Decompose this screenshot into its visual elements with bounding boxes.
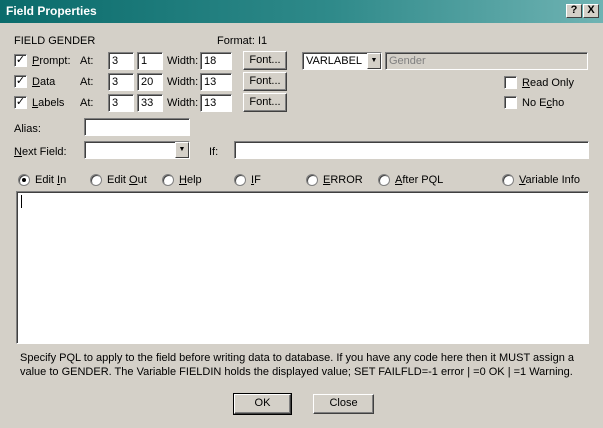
alias-input[interactable] bbox=[84, 118, 190, 136]
pql-editor[interactable] bbox=[16, 191, 589, 344]
edit-out-radio[interactable] bbox=[90, 174, 102, 186]
ok-button[interactable]: OK bbox=[233, 393, 292, 415]
label-text-input: Gender bbox=[385, 52, 588, 70]
variable-info-radio[interactable] bbox=[502, 174, 514, 186]
data-checkbox[interactable]: ✓ bbox=[14, 75, 27, 88]
if-tab-label[interactable]: IF bbox=[251, 174, 261, 186]
close-title-button[interactable]: X bbox=[583, 4, 599, 18]
read-only-checkbox[interactable] bbox=[504, 76, 517, 89]
next-field-dropdown-icon[interactable]: ▼ bbox=[175, 142, 189, 158]
data-width-label: Width: bbox=[167, 76, 199, 88]
edit-in-label[interactable]: Edit In bbox=[35, 174, 66, 186]
prompt-at-col-input[interactable]: 1 bbox=[137, 52, 163, 70]
title-bar: Field Properties bbox=[0, 0, 603, 24]
labels-label: Labels bbox=[32, 97, 65, 109]
help-title-button[interactable]: ? bbox=[566, 4, 582, 18]
prompt-width-input[interactable]: 18 bbox=[200, 52, 232, 70]
no-echo-label: No Echo bbox=[522, 97, 565, 109]
labels-at-label: At: bbox=[80, 97, 94, 109]
data-label: Data bbox=[32, 76, 56, 88]
text-cursor bbox=[21, 195, 22, 208]
labels-at-row-input[interactable]: 3 bbox=[108, 94, 134, 112]
help-label[interactable]: Help bbox=[179, 174, 202, 186]
prompt-width-label: Width: bbox=[167, 55, 199, 67]
error-radio[interactable] bbox=[306, 174, 318, 186]
after-pql-label[interactable]: After PQL bbox=[395, 174, 443, 186]
prompt-checkbox[interactable]: ✓ bbox=[14, 54, 27, 67]
help-radio[interactable] bbox=[162, 174, 174, 186]
labels-at-col-input[interactable]: 33 bbox=[137, 94, 163, 112]
variable-info-label[interactable]: Variable Info bbox=[519, 174, 580, 186]
data-at-row-input[interactable]: 3 bbox=[108, 73, 134, 91]
help-text: Specify PQL to apply to the field before… bbox=[20, 352, 574, 378]
no-echo-checkbox[interactable] bbox=[504, 96, 517, 109]
prompt-at-label: At: bbox=[80, 55, 94, 67]
prompt-font-button[interactable]: Font... bbox=[243, 51, 287, 70]
prompt-at-row-input[interactable]: 3 bbox=[108, 52, 134, 70]
if-radio[interactable] bbox=[234, 174, 246, 186]
field-name-label: FIELD GENDER bbox=[14, 35, 96, 47]
next-field-label: Next Field: bbox=[14, 146, 67, 158]
label-source-dropdown-icon[interactable]: ▼ bbox=[367, 53, 381, 69]
alias-label: Alias: bbox=[14, 123, 41, 135]
if-label: If: bbox=[209, 146, 219, 158]
labels-checkbox[interactable]: ✓ bbox=[14, 96, 27, 109]
data-at-col-input[interactable]: 20 bbox=[137, 73, 163, 91]
prompt-label: Prompt: bbox=[32, 55, 71, 67]
data-at-label: At: bbox=[80, 76, 94, 88]
read-only-label: Read Only bbox=[522, 77, 574, 89]
edit-in-radio[interactable] bbox=[18, 174, 30, 186]
data-width-input[interactable]: 13 bbox=[200, 73, 232, 91]
if-input[interactable] bbox=[234, 141, 589, 159]
labels-width-input[interactable]: 13 bbox=[200, 94, 232, 112]
close-button[interactable]: Close bbox=[313, 394, 374, 414]
format-label: Format: I1 bbox=[217, 35, 268, 47]
label-source-value: VARLABEL bbox=[306, 55, 363, 67]
labels-width-label: Width: bbox=[167, 97, 199, 109]
labels-font-button[interactable]: Font... bbox=[243, 93, 287, 112]
edit-out-label[interactable]: Edit Out bbox=[107, 174, 147, 186]
data-font-button[interactable]: Font... bbox=[243, 72, 287, 91]
window-title: Field Properties bbox=[6, 4, 97, 18]
error-label[interactable]: ERROR bbox=[323, 174, 363, 186]
after-pql-radio[interactable] bbox=[378, 174, 390, 186]
